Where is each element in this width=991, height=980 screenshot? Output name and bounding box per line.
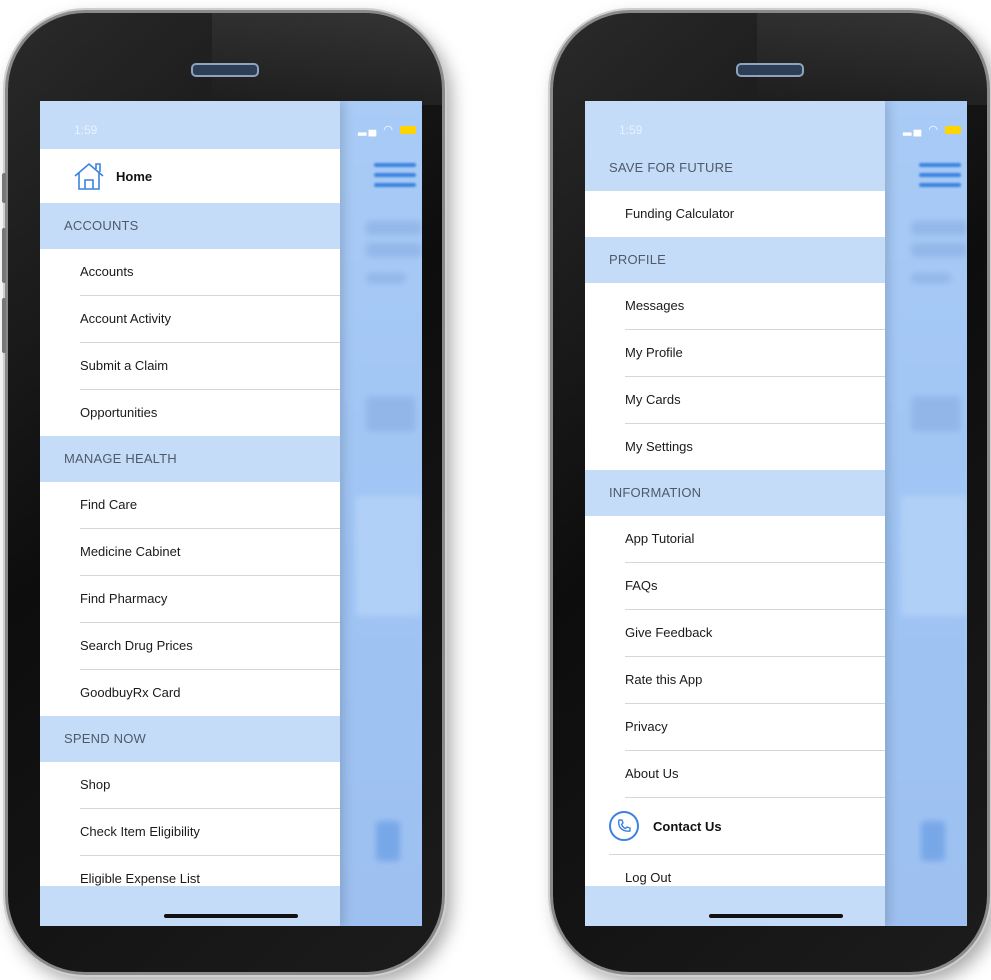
menu-item-rate-this-app[interactable]: Rate this App <box>625 657 885 704</box>
menu-item-funding-calculator[interactable]: Funding Calculator <box>625 191 885 237</box>
signal-icon: ▂▄ <box>903 124 924 136</box>
status-time: 1:59 <box>619 123 643 137</box>
status-icons: ▂▄ ◠ <box>903 123 961 136</box>
home-label: Home <box>116 168 153 184</box>
home-indicator[interactable] <box>709 914 843 918</box>
menu-item-find-pharmacy[interactable]: Find Pharmacy <box>80 576 340 623</box>
blurred-content <box>376 821 400 861</box>
menu-item-search-drug-prices[interactable]: Search Drug Prices <box>80 623 340 670</box>
hamburger-icon[interactable] <box>374 163 416 193</box>
menu-item-app-tutorial[interactable]: App Tutorial <box>625 516 885 563</box>
home-indicator[interactable] <box>164 914 298 918</box>
phone-frame-left: 1:59 Home ACCOUNTS Accounts Account Acti… <box>2 10 445 975</box>
screen-right: 1:59 SAVE FOR FUTURE Funding Calculator … <box>585 101 967 926</box>
section-header-save-for-future: SAVE FOR FUTURE <box>585 145 885 191</box>
menu-item-find-care[interactable]: Find Care <box>80 482 340 529</box>
section-header-accounts: ACCOUNTS <box>40 203 340 249</box>
wifi-icon: ◠ <box>383 124 395 136</box>
battery-icon <box>945 126 961 135</box>
menu-item-account-activity[interactable]: Account Activity <box>80 296 340 343</box>
menu-item-my-settings[interactable]: My Settings <box>625 424 885 470</box>
speaker <box>191 63 259 77</box>
menu-item-home[interactable]: Home <box>40 149 340 203</box>
menu-item-submit-claim[interactable]: Submit a Claim <box>80 343 340 390</box>
menu-item-check-item-eligibility[interactable]: Check Item Eligibility <box>80 809 340 856</box>
menu-item-faqs[interactable]: FAQs <box>625 563 885 610</box>
status-bar: 1:59 <box>585 101 885 145</box>
phone-frame-right: 1:59 SAVE FOR FUTURE Funding Calculator … <box>550 10 990 975</box>
blurred-content <box>911 221 967 235</box>
blurred-content <box>366 221 422 235</box>
battery-icon <box>400 126 416 135</box>
phone-icon <box>609 811 639 841</box>
signal-icon: ▂▄ <box>358 124 379 136</box>
drawer-footer <box>585 886 885 926</box>
status-time: 1:59 <box>74 123 98 137</box>
glare <box>757 13 987 105</box>
menu-item-messages[interactable]: Messages <box>625 283 885 330</box>
blurred-content <box>911 273 951 283</box>
mute-switch <box>2 173 6 203</box>
section-header-spend-now: SPEND NOW <box>40 716 340 762</box>
menu-item-shop[interactable]: Shop <box>80 762 340 809</box>
volume-up-button <box>2 228 6 283</box>
blurred-content <box>366 273 406 283</box>
background-app <box>881 101 967 926</box>
menu-item-medicine-cabinet[interactable]: Medicine Cabinet <box>80 529 340 576</box>
status-icons: ▂▄ ◠ <box>358 123 416 136</box>
background-app <box>336 101 422 926</box>
drawer-footer <box>40 886 340 926</box>
menu-item-privacy[interactable]: Privacy <box>625 704 885 751</box>
volume-down-button <box>2 298 6 353</box>
home-icon <box>74 162 104 190</box>
section-header-manage-health: MANAGE HEALTH <box>40 436 340 482</box>
blurred-content <box>921 821 945 861</box>
blurred-content <box>366 396 416 432</box>
screen-left: 1:59 Home ACCOUNTS Accounts Account Acti… <box>40 101 422 926</box>
menu-item-about-us[interactable]: About Us <box>625 751 885 798</box>
contact-us-label: Contact Us <box>653 818 722 834</box>
menu-item-contact-us[interactable]: Contact Us <box>609 798 885 855</box>
menu-item-my-profile[interactable]: My Profile <box>625 330 885 377</box>
status-bar: 1:59 <box>40 101 340 149</box>
section-header-profile: PROFILE <box>585 237 885 283</box>
menu-item-my-cards[interactable]: My Cards <box>625 377 885 424</box>
hamburger-icon[interactable] <box>919 163 961 193</box>
blurred-card <box>356 496 422 616</box>
wifi-icon: ◠ <box>928 124 940 136</box>
blurred-content <box>911 396 961 432</box>
speaker <box>736 63 804 77</box>
menu-item-accounts[interactable]: Accounts <box>80 249 340 296</box>
phone-handset-glyph <box>617 819 631 832</box>
section-header-information: INFORMATION <box>585 470 885 516</box>
menu-item-opportunities[interactable]: Opportunities <box>80 390 340 436</box>
menu-item-goodbuyrx-card[interactable]: GoodbuyRx Card <box>80 670 340 716</box>
glare <box>212 13 442 105</box>
menu-item-give-feedback[interactable]: Give Feedback <box>625 610 885 657</box>
side-menu-drawer: 1:59 Home ACCOUNTS Accounts Account Acti… <box>40 101 340 926</box>
blurred-content <box>366 243 422 257</box>
blurred-card <box>901 496 967 616</box>
blurred-content <box>911 243 967 257</box>
side-menu-drawer: 1:59 SAVE FOR FUTURE Funding Calculator … <box>585 101 885 926</box>
